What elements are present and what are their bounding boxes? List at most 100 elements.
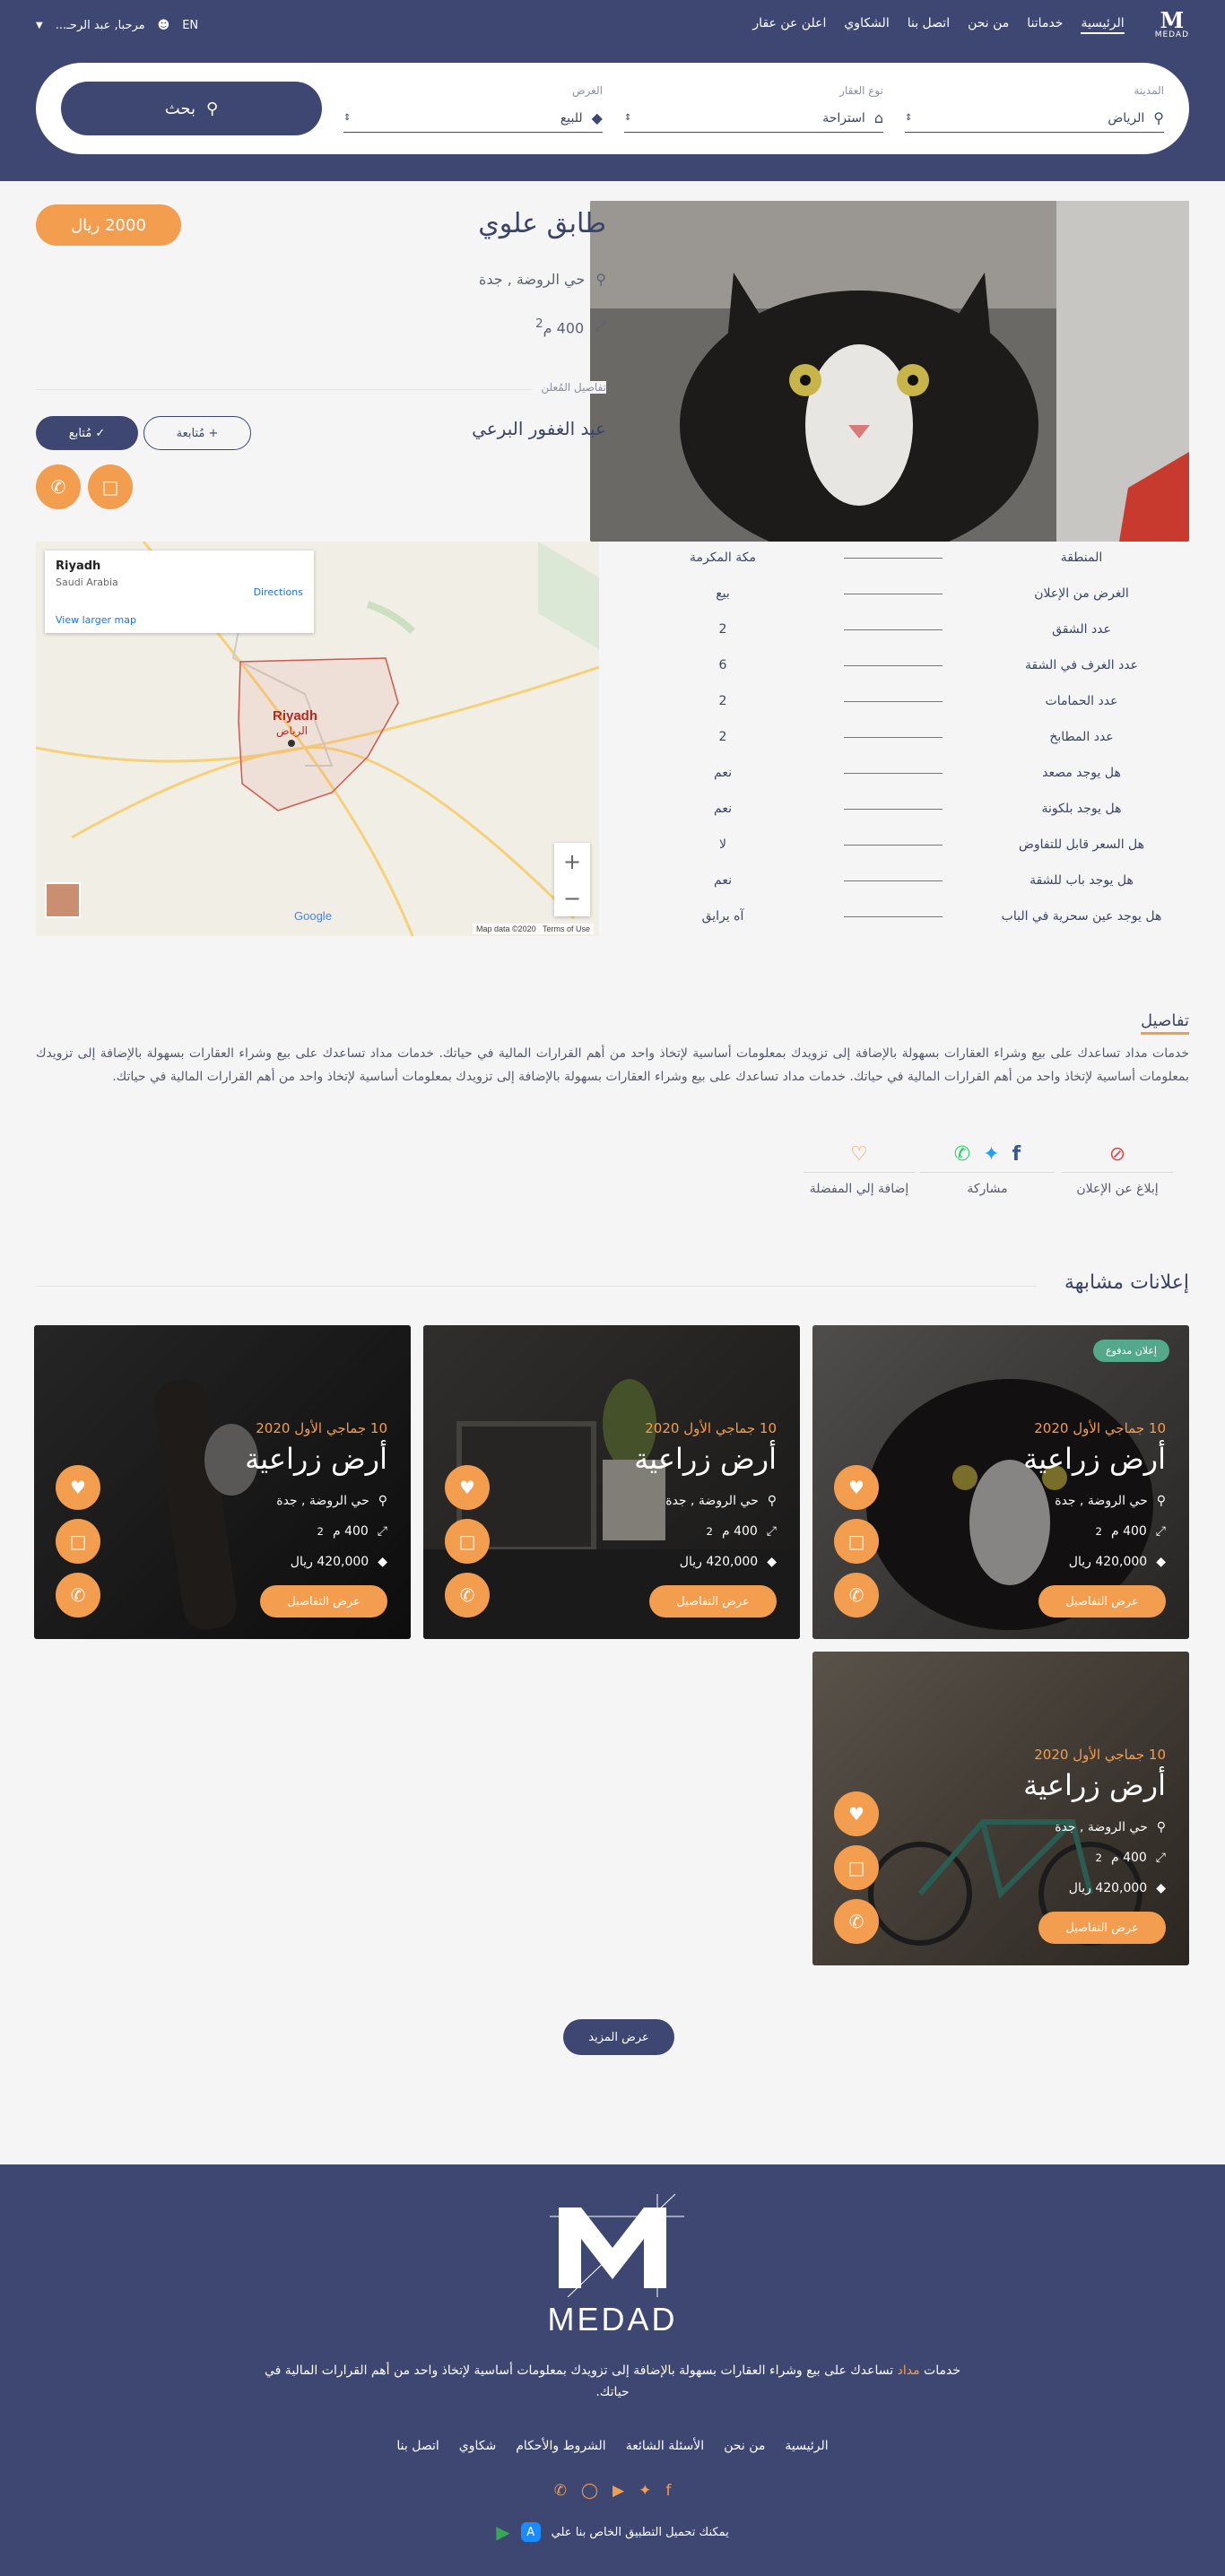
footer-link-complaints[interactable]: شكاوي <box>459 2439 496 2453</box>
location-pin-icon: ⚲ <box>595 271 606 288</box>
favorite-action[interactable]: ♡ إضافة إلي المفضلة <box>804 1137 915 1196</box>
property-card[interactable]: 10 جماجي الأول 2020 أرض زراعية ⚲ حي الروض… <box>34 1325 411 1639</box>
twitter-icon[interactable]: ✦ <box>983 1143 999 1166</box>
footer-logo-mark <box>550 2193 684 2298</box>
map-terms-link[interactable]: Terms of Use <box>543 924 590 933</box>
message-button[interactable]: □ <box>445 1519 490 1564</box>
brand-area: M MEDAD الرئيسية خدماتنا من نحن اتصل بنا… <box>752 10 1189 40</box>
following-button[interactable]: ✓ مُتابع <box>36 416 138 450</box>
instagram-icon[interactable]: ◯ <box>581 2482 598 2500</box>
phone-icon: ✆ <box>848 1911 864 1932</box>
spec-dash <box>812 557 974 559</box>
message-button[interactable]: □ <box>834 1845 879 1890</box>
show-more-button[interactable]: عرض المزيد <box>563 2019 674 2055</box>
nav-link-contact[interactable]: اتصل بنا <box>908 16 950 34</box>
map-layer-thumb[interactable] <box>45 882 81 918</box>
footer-link-contact[interactable]: اتصل بنا <box>396 2439 439 2453</box>
details-button[interactable]: عرض التفاصيل <box>260 1585 387 1618</box>
map-larger-link[interactable]: View larger map <box>56 614 136 626</box>
favorite-button[interactable]: ♥ <box>834 1791 879 1836</box>
property-card[interactable]: 10 جماجي الأول 2020 أرض زراعية ⚲ حي الروض… <box>812 1652 1189 1965</box>
footer-description: خدمات مداد تساعدك على بيع وشراء العقارات… <box>260 2360 965 2403</box>
card-date: 10 جماجي الأول 2020 <box>645 1420 777 1436</box>
call-button[interactable]: ✆ <box>36 464 81 509</box>
purpose-select[interactable]: ◆ للبيع ⇕ <box>343 104 603 133</box>
nav-link-advertise[interactable]: اعلن عن عقار <box>752 16 826 34</box>
listing-title: طابق علوي <box>478 208 606 239</box>
similar-cards: إعلان مدفوع 10 جماجي الأول 2020 أرض زراع… <box>0 1325 1225 2055</box>
price-badge: 2000 ريال <box>36 204 181 246</box>
message-button[interactable]: □ <box>56 1519 100 1564</box>
card-price: ◆ 420,000 ريال <box>291 1555 387 1569</box>
details-button[interactable]: عرض التفاصيل <box>1038 1912 1166 1944</box>
report-action[interactable]: ⊘ إبلاغ عن الإعلان <box>1062 1137 1173 1196</box>
nav-link-complaints[interactable]: الشكاوي <box>844 16 889 34</box>
details-section: المنطقة مكة المكرمة الغرض من الإعلان بيع عدد… <box>0 540 1225 999</box>
footer-link-home[interactable]: الرئيسية <box>785 2439 828 2453</box>
tag-icon: ◆ <box>1156 1881 1166 1895</box>
card-location: ⚲ حي الروضة , جدة <box>665 1494 777 1508</box>
property-type-select[interactable]: ⌂ استراحة ⇕ <box>623 104 883 133</box>
call-button[interactable]: ✆ <box>834 1899 879 1944</box>
spec-row: هل يوجد باب للشقة نعم <box>633 863 1189 898</box>
chevron-down-icon[interactable]: ▼ <box>36 21 43 30</box>
heart-icon: ♥ <box>459 1477 475 1498</box>
whatsapp-icon[interactable]: ✆ <box>554 2482 567 2500</box>
expand-icon: ⤢ <box>377 1524 387 1539</box>
listing-photo[interactable] <box>590 201 1189 542</box>
nav-link-services[interactable]: خدماتنا <box>1027 16 1063 34</box>
whatsapp-icon[interactable]: ✆ <box>954 1143 970 1166</box>
footer-link-faq[interactable]: الأسئلة الشائعة <box>626 2439 705 2453</box>
facebook-icon[interactable]: f <box>665 2482 671 2500</box>
zoom-in-button[interactable]: + <box>563 849 581 874</box>
follow-button[interactable]: + مُتابعة <box>143 416 251 450</box>
call-button[interactable]: ✆ <box>56 1573 100 1618</box>
advertiser-divider: تفاصيل المُعلن <box>36 381 606 394</box>
owner-name[interactable]: عبد الغفور البرعي <box>472 418 606 439</box>
city-select[interactable]: ⚲ الرياض ⇕ <box>904 104 1164 133</box>
facebook-icon[interactable]: f <box>1012 1143 1021 1166</box>
search-button[interactable]: ⚲ بحث <box>61 82 322 135</box>
spec-dash <box>812 844 974 846</box>
user-icon[interactable]: ☻ <box>158 19 170 32</box>
favorite-button[interactable]: ♥ <box>445 1465 490 1510</box>
call-button[interactable]: ✆ <box>445 1573 490 1618</box>
nav-link-home[interactable]: الرئيسية <box>1081 16 1125 34</box>
zoom-out-button[interactable]: − <box>563 886 581 911</box>
phone-icon: ✆ <box>70 1584 86 1606</box>
nav-link-about[interactable]: من نحن <box>968 16 1009 34</box>
favorite-button[interactable]: ♥ <box>834 1465 879 1510</box>
property-card[interactable]: 10 جماجي الأول 2020 أرض زراعية ⚲ حي الروض… <box>423 1325 800 1639</box>
footer-link-about[interactable]: من نحن <box>724 2439 765 2453</box>
footer-desc-post: تساعدك على بيع وشراء العقارات بسهولة بال… <box>265 2364 898 2399</box>
card-location-text: حي الروضة , جدة <box>1055 1494 1148 1508</box>
twitter-icon[interactable]: ✦ <box>639 2482 651 2500</box>
card-price-text: 420,000 ريال <box>1068 1881 1148 1895</box>
google-play-icon[interactable]: ▶ <box>496 2521 509 2543</box>
logo[interactable]: M MEDAD <box>1155 10 1189 40</box>
footer-link-terms[interactable]: الشروط والأحكام <box>516 2439 605 2453</box>
footer-logo[interactable]: MEDAD <box>532 2190 693 2337</box>
favorite-button[interactable]: ♥ <box>56 1465 100 1510</box>
call-button[interactable]: ✆ <box>834 1573 879 1618</box>
map-directions-link[interactable]: Directions <box>254 586 303 598</box>
app-store-icon[interactable]: A <box>520 2522 541 2542</box>
details-button[interactable]: عرض التفاصيل <box>1038 1585 1166 1618</box>
map[interactable]: Riyadh الرياض Riyadh Saudi Arabia Direct… <box>36 542 599 936</box>
location-pin-icon: ⚲ <box>1156 1820 1166 1834</box>
spec-key: عدد الحمامات <box>1045 694 1118 708</box>
similar-header: إعلانات مشابهة <box>36 1253 1189 1325</box>
spec-dash <box>812 915 974 917</box>
card-location: ⚲ حي الروضة , جدة <box>276 1494 387 1508</box>
language-switch[interactable]: EN <box>182 19 198 32</box>
card-title: أرض زراعية <box>245 1442 387 1476</box>
about-text: خدمات مداد تساعدك على بيع وشراء العقارات… <box>36 1046 1189 1084</box>
card-price-text: 420,000 ريال <box>290 1555 369 1569</box>
details-button[interactable]: عرض التفاصيل <box>649 1585 777 1618</box>
spec-key: هل يوجد مصعد <box>1042 766 1121 780</box>
property-card[interactable]: إعلان مدفوع 10 جماجي الأول 2020 أرض زراع… <box>812 1325 1189 1639</box>
youtube-icon[interactable]: ▶ <box>612 2482 624 2500</box>
user-greeting[interactable]: مرحبا, عبد الرحـ... <box>56 19 145 32</box>
message-button[interactable]: □ <box>88 464 133 509</box>
message-button[interactable]: □ <box>834 1519 879 1564</box>
